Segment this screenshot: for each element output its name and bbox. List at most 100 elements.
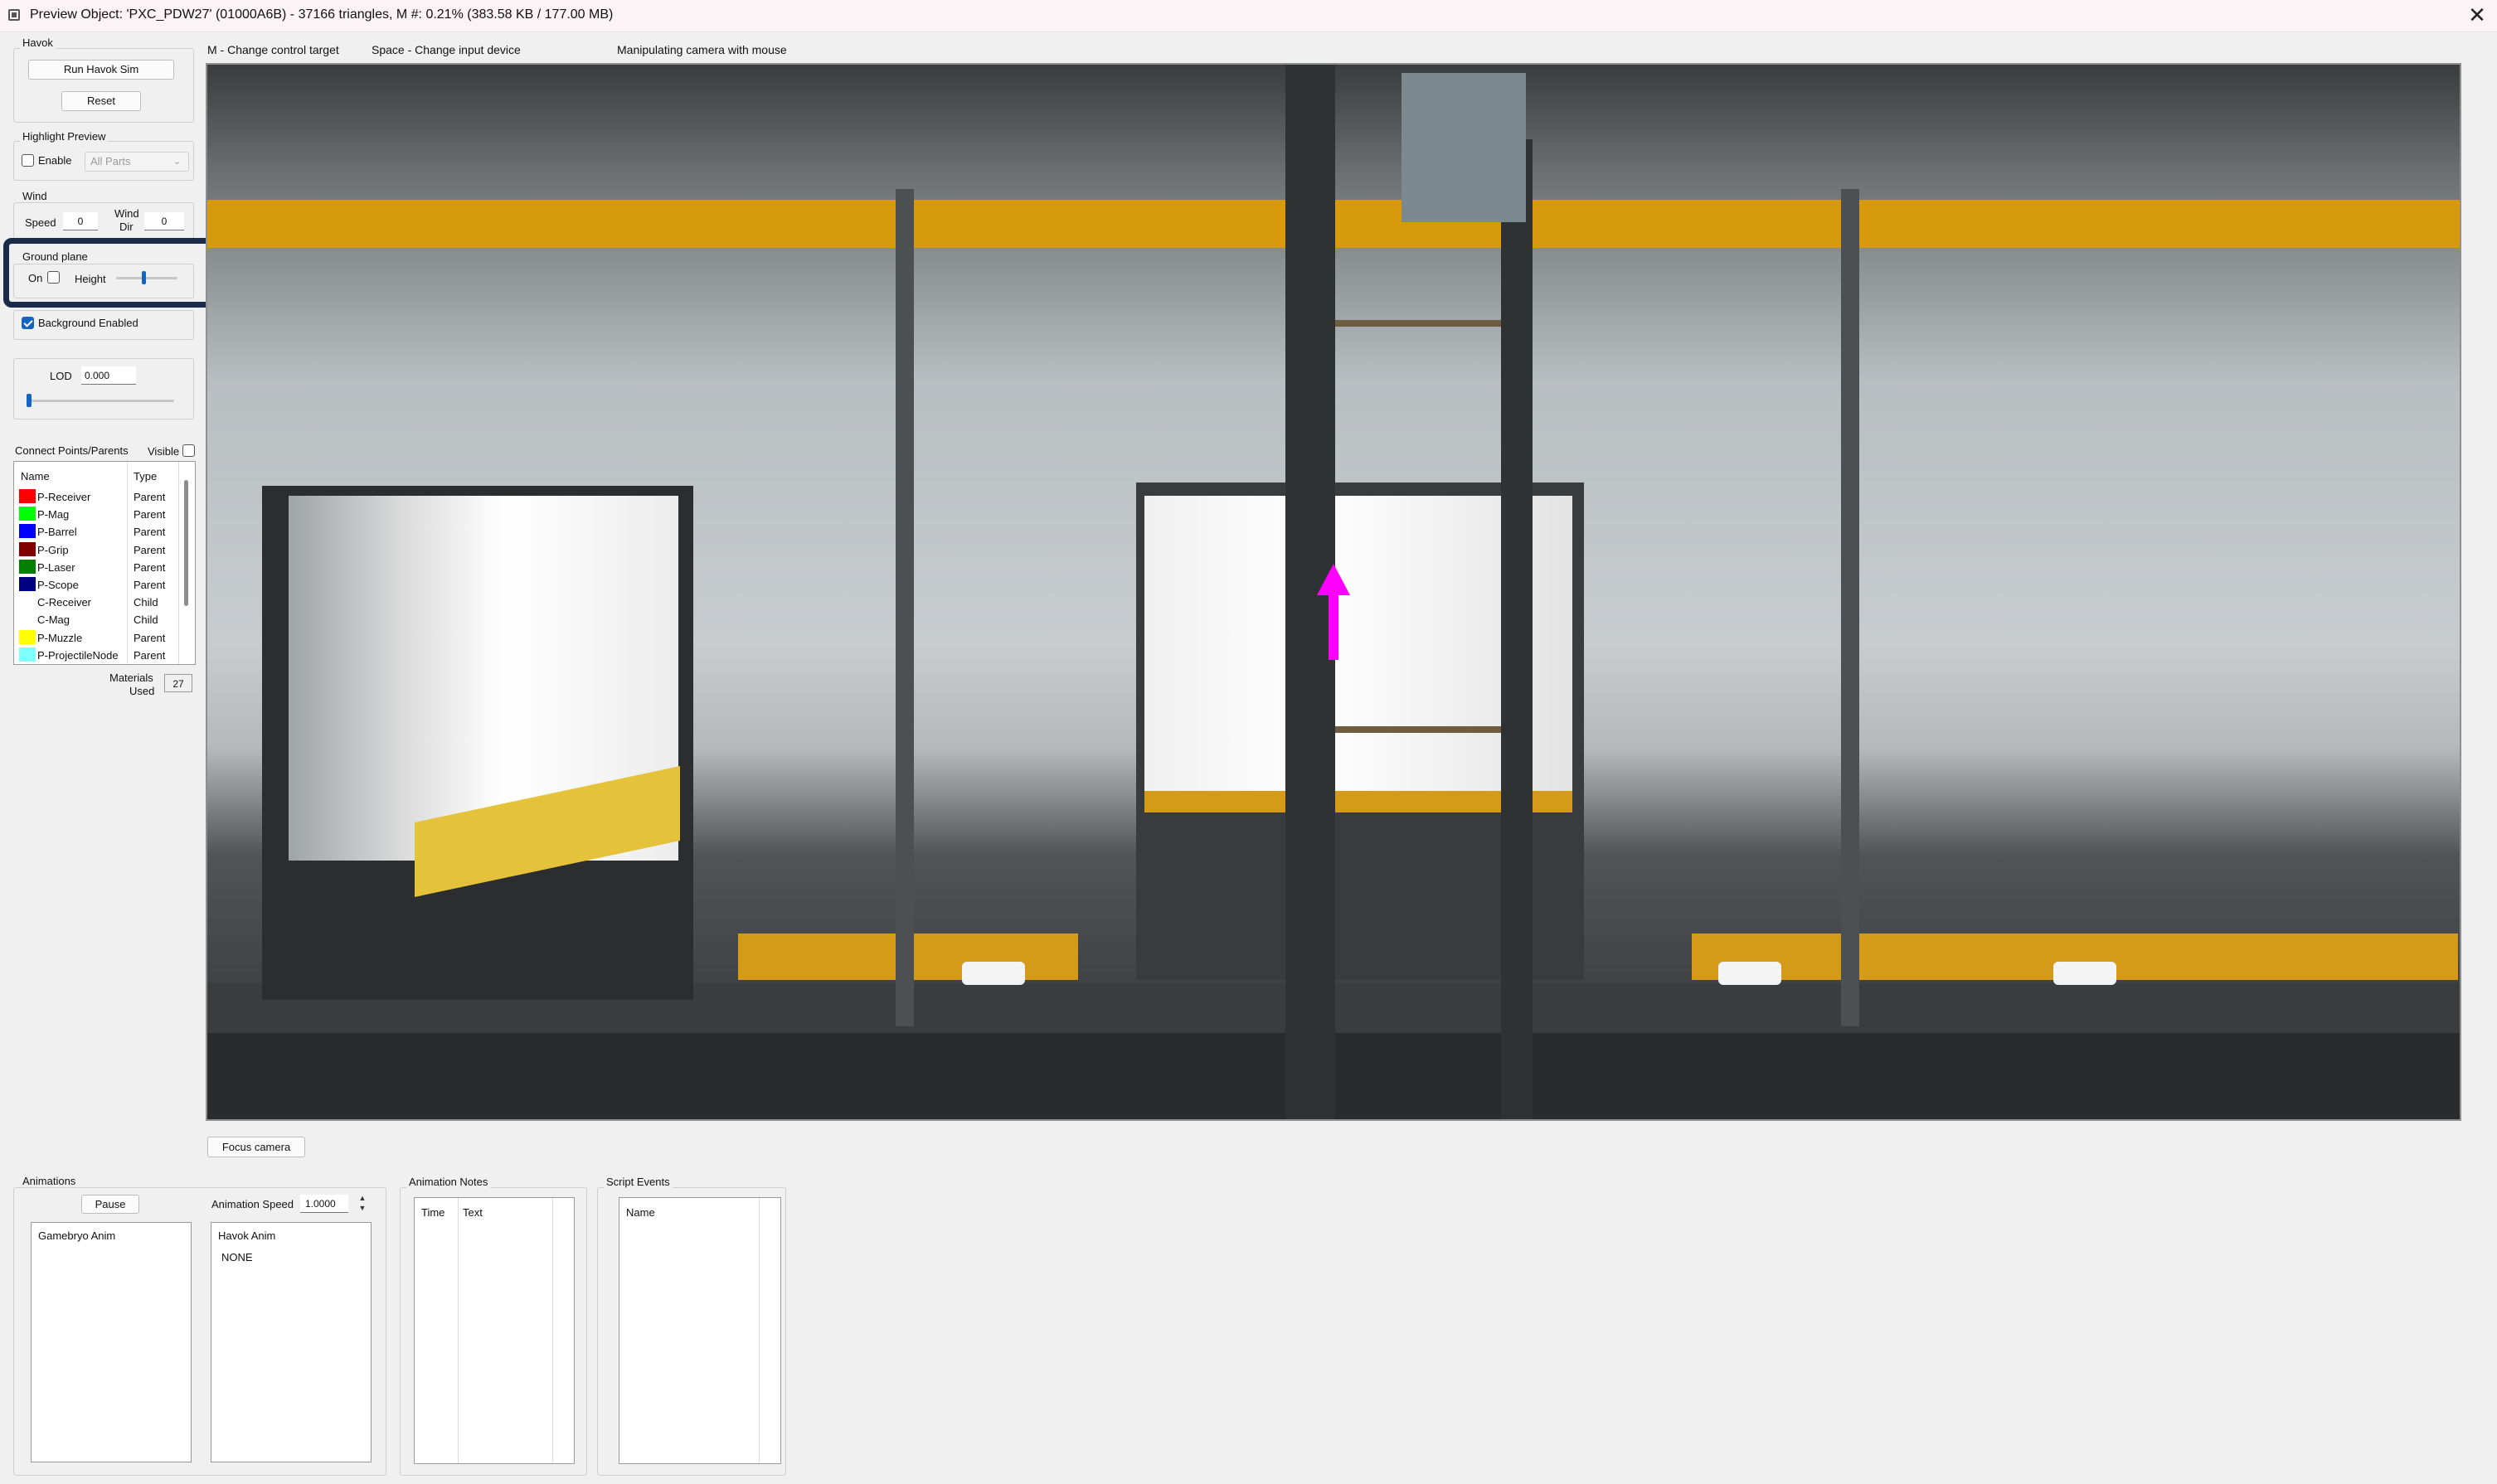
animation-notes-table[interactable]: Time Text (414, 1197, 575, 1464)
run-havok-sim-button[interactable]: Run Havok Sim (28, 60, 174, 80)
row-name: C-Mag (37, 613, 70, 627)
camera-status: Manipulating camera with mouse (617, 43, 787, 56)
materials-label-1: Materials (109, 672, 153, 684)
row-type: Parent (134, 543, 166, 556)
connect-points-title: Connect Points/Parents (15, 444, 129, 457)
connect-points-table[interactable]: Name Type P-Receiver Parent P-Mag Parent P-B… (13, 461, 196, 665)
app-icon (8, 9, 20, 21)
animation-speed-input[interactable]: 1.0000 (300, 1195, 348, 1213)
ladder-rung (1335, 320, 1501, 327)
help-control-target: M - Change control target (207, 43, 339, 56)
color-swatch (19, 541, 36, 556)
script-events-title: Script Events (604, 1176, 673, 1188)
speed-spinner[interactable]: ▲ ▼ (357, 1193, 368, 1215)
col-name-header: Name (21, 470, 50, 483)
row-name: P-Barrel (37, 526, 77, 539)
row-type: Parent (134, 631, 166, 644)
materials-used-value: 27 (164, 674, 192, 692)
row-type: Parent (134, 560, 166, 574)
wind-speed-input[interactable]: 0 (63, 212, 98, 230)
gamebryo-anim-header: Gamebryo Anim (38, 1229, 116, 1242)
row-name: P-Laser (37, 560, 75, 574)
row-type: Parent (134, 648, 166, 662)
table-row[interactable]: P-Muzzle Parent (14, 629, 177, 646)
color-swatch (19, 507, 36, 521)
row-name: P-Scope (37, 579, 79, 591)
animation-notes-title: Animation Notes (406, 1176, 491, 1188)
gamebryo-anim-list[interactable]: Gamebryo Anim (31, 1222, 192, 1462)
color-swatch (19, 524, 36, 539)
highlight-parts-select[interactable]: All Parts ⌄ (85, 152, 189, 172)
table-row[interactable]: P-Scope Parent (14, 576, 177, 593)
connect-points-visible-checkbox[interactable] (182, 444, 195, 457)
highlight-enable-checkbox[interactable] (22, 154, 34, 167)
row-name: P-Muzzle (37, 631, 83, 644)
pause-button[interactable]: Pause (81, 1195, 139, 1214)
column-divider (458, 1198, 459, 1463)
table-row[interactable]: P-ProjectileNode Parent (14, 647, 177, 663)
help-input-device: Space - Change input device (372, 43, 521, 56)
row-name: P-Mag (37, 508, 70, 521)
close-button[interactable]: ✕ (2463, 3, 2491, 28)
column-divider (552, 1198, 553, 1463)
highlight-parts-value: All Parts (90, 155, 131, 167)
highlight-preview-title: Highlight Preview (20, 130, 109, 143)
table-row[interactable]: P-Barrel Parent (14, 523, 177, 540)
pipe-right (1841, 189, 1859, 1026)
ladder-rung (1335, 726, 1501, 733)
wind-dir-label-2: Dir (119, 221, 134, 233)
connect-points-visible-label: Visible (148, 445, 180, 458)
reset-button[interactable]: Reset (61, 91, 141, 111)
table-row[interactable]: C-Receiver Child (14, 594, 177, 610)
row-type: Parent (134, 579, 166, 591)
wind-dir-label-1: Wind (114, 207, 139, 220)
table-row[interactable]: P-Mag Parent (14, 506, 177, 522)
lod-label: LOD (50, 370, 72, 382)
row-name: P-ProjectileNode (37, 648, 119, 662)
col-name-header: Name (626, 1206, 655, 1219)
render-viewport[interactable] (206, 63, 2461, 1121)
row-name: P-Grip (37, 543, 69, 556)
table-row[interactable]: P-Receiver Parent (14, 488, 177, 505)
chevron-down-icon: ⌄ (173, 157, 182, 167)
row-type: Parent (134, 508, 166, 521)
havok-anim-item[interactable]: NONE (221, 1251, 253, 1263)
lod-input[interactable]: 0.000 (81, 366, 136, 385)
background-enabled-checkbox[interactable] (22, 317, 34, 329)
color-swatch (19, 559, 36, 574)
ladder-rail-right (1501, 139, 1533, 1119)
row-name: C-Receiver (37, 596, 92, 609)
wind-dir-input[interactable]: 0 (144, 212, 184, 230)
title-bar: Preview Object: 'PXC_PDW27' (01000A6B) -… (0, 0, 2497, 32)
row-type: Child (134, 596, 158, 609)
animations-title: Animations (20, 1175, 79, 1187)
focus-camera-button[interactable]: Focus camera (207, 1137, 305, 1157)
row-type: Parent (134, 491, 166, 503)
col-time-header: Time (421, 1206, 445, 1219)
arrow-gizmo[interactable] (1317, 564, 1350, 662)
floor-light (2053, 962, 2116, 985)
animation-speed-label: Animation Speed (211, 1198, 294, 1210)
havok-anim-list[interactable]: Havok Anim NONE (211, 1222, 372, 1462)
floor-light (1718, 962, 1781, 985)
highlight-enable-label: Enable (38, 154, 72, 167)
lod-slider-handle[interactable] (27, 394, 32, 407)
background-enabled-label: Background Enabled (38, 317, 138, 329)
havok-anim-header: Havok Anim (218, 1229, 276, 1242)
table-row[interactable]: P-Laser Parent (14, 559, 177, 575)
table-row[interactable]: P-Grip Parent (14, 541, 177, 558)
row-type: Child (134, 613, 158, 627)
vent-box (1402, 73, 1526, 222)
floor-light (962, 962, 1025, 985)
script-events-table[interactable]: Name (619, 1197, 781, 1464)
row-name: P-Receiver (37, 491, 91, 503)
wind-title: Wind (20, 190, 50, 202)
wind-speed-label: Speed (25, 216, 56, 229)
pipe-left (896, 189, 914, 1026)
table-row[interactable]: C-Mag Child (14, 611, 177, 628)
color-swatch (19, 489, 36, 503)
window-title: Preview Object: 'PXC_PDW27' (01000A6B) -… (30, 7, 614, 22)
column-divider (178, 462, 179, 664)
lod-slider-track[interactable] (27, 400, 174, 402)
scrollbar[interactable] (184, 480, 188, 606)
